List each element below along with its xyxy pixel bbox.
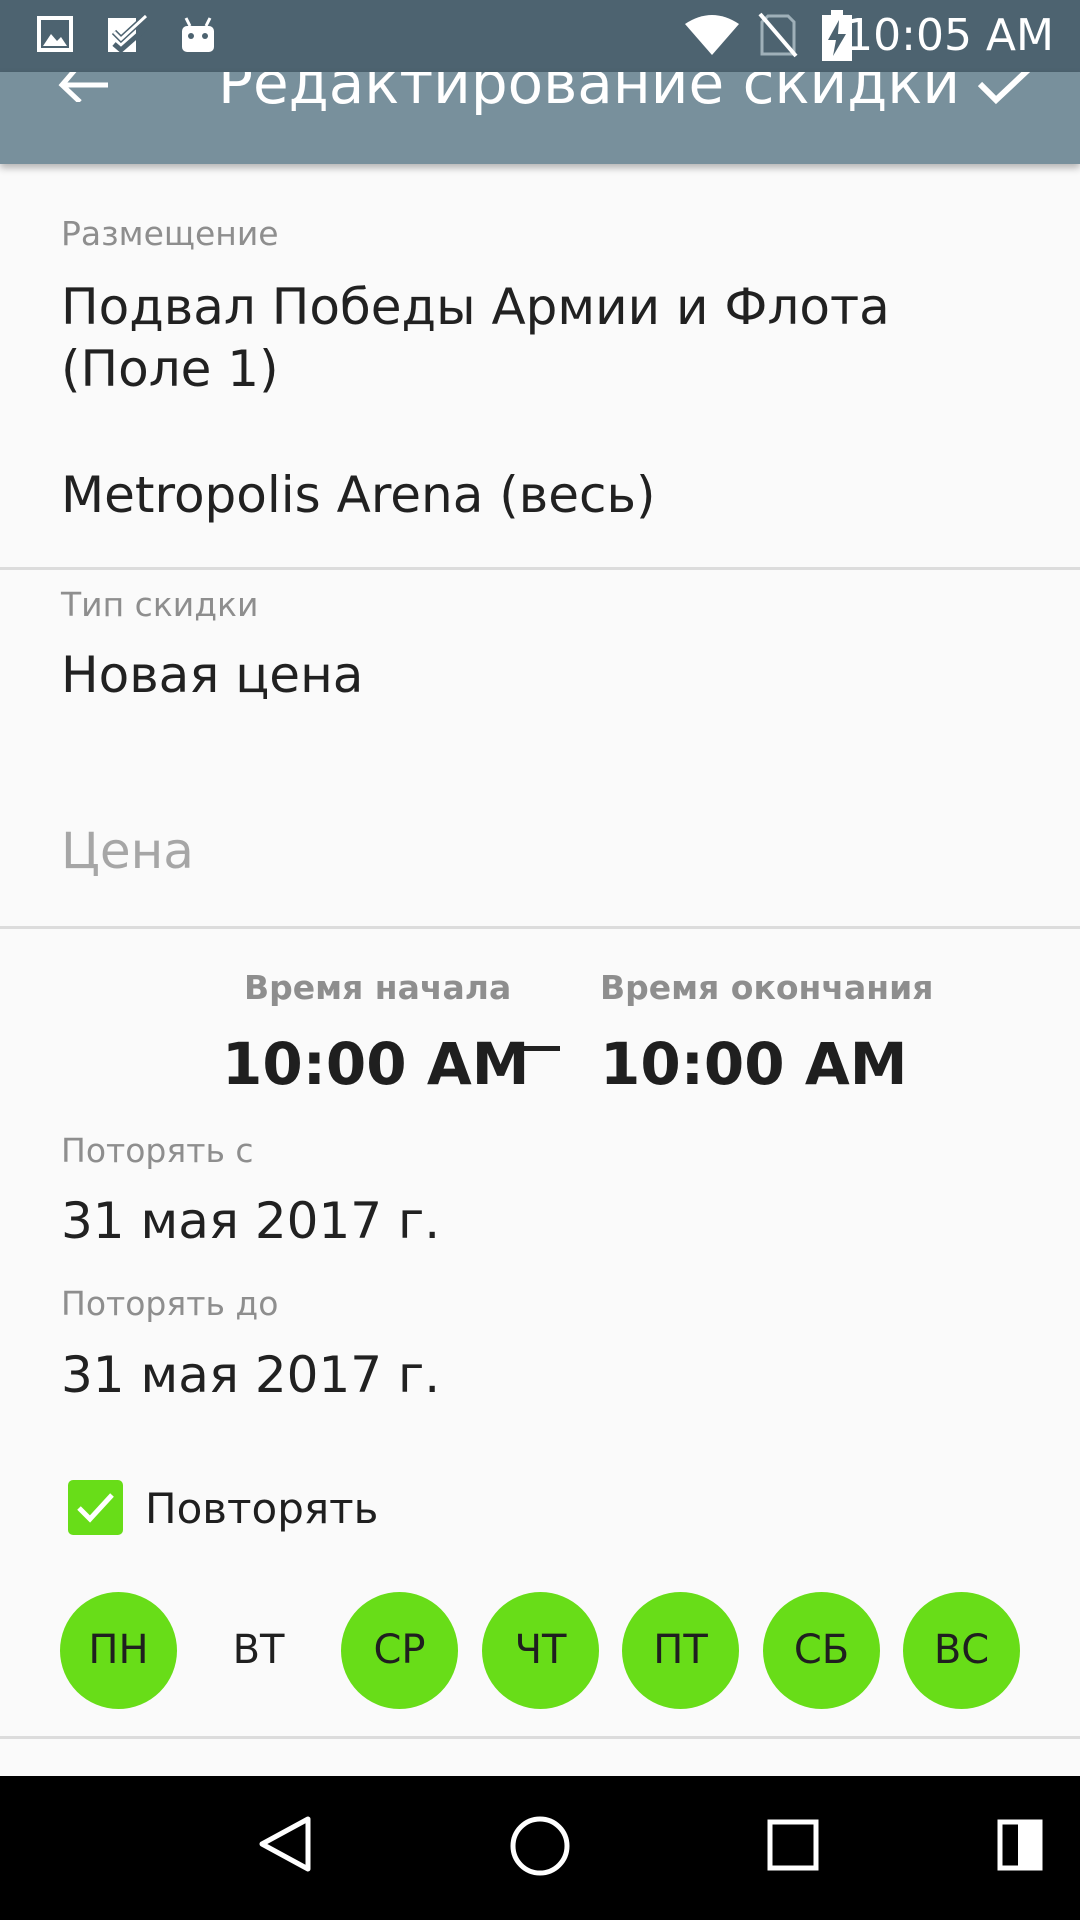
price-input[interactable]: Цена bbox=[61, 822, 194, 880]
weekday-fri[interactable]: ПТ bbox=[622, 1592, 739, 1709]
repeat-checkbox[interactable] bbox=[68, 1480, 123, 1535]
end-time-value[interactable]: 10:00 AM bbox=[600, 1030, 907, 1098]
weekday-sat[interactable]: СБ bbox=[763, 1592, 880, 1709]
weekday-sun[interactable]: ВС bbox=[903, 1592, 1020, 1709]
divider bbox=[0, 567, 1080, 570]
placement-option-1-line-2[interactable]: (Поле 1) bbox=[61, 340, 279, 398]
end-time-label: Время окончания bbox=[600, 968, 934, 1007]
home-circle-icon[interactable] bbox=[508, 1814, 572, 1878]
start-time-label: Время начала bbox=[244, 968, 512, 1007]
toolbar: Редактирование скидки bbox=[0, 72, 1080, 164]
divider bbox=[0, 1736, 1080, 1739]
repeat-label: Повторять bbox=[145, 1484, 379, 1533]
arrow-back-icon[interactable] bbox=[58, 72, 118, 102]
placement-label: Размещение bbox=[61, 214, 279, 253]
repeat-until-value[interactable]: 31 мая 2017 г. bbox=[61, 1346, 440, 1404]
recents-square-icon[interactable] bbox=[766, 1818, 822, 1874]
status-bar: 10:05 AM bbox=[0, 0, 1080, 72]
discount-type-label: Тип скидки bbox=[61, 585, 259, 624]
weekday-mon[interactable]: ПН bbox=[60, 1592, 177, 1709]
navigation-bar bbox=[0, 1776, 1080, 1920]
placement-option-2[interactable]: Metropolis Arena (весь) bbox=[61, 466, 655, 524]
weekday-tue[interactable]: ВТ bbox=[200, 1592, 317, 1709]
time-dash bbox=[520, 1046, 560, 1051]
start-time-value[interactable]: 10:00 AM bbox=[222, 1030, 529, 1098]
divider bbox=[0, 926, 1080, 929]
repeat-from-label: Поторять с bbox=[61, 1131, 254, 1170]
repeat-from-value[interactable]: 31 мая 2017 г. bbox=[61, 1192, 440, 1250]
back-triangle-icon[interactable] bbox=[256, 1814, 314, 1874]
status-time: 10:05 AM bbox=[845, 10, 1054, 61]
discount-type-select[interactable]: Новая цена bbox=[61, 646, 363, 704]
repeat-until-label: Поторять до bbox=[61, 1284, 279, 1323]
no-sim-icon bbox=[758, 12, 798, 58]
image-icon bbox=[37, 16, 73, 52]
split-screen-icon[interactable] bbox=[996, 1818, 1044, 1872]
placement-option-1[interactable]: Подвал Победы Армии и Флота bbox=[61, 278, 890, 336]
wifi-icon bbox=[685, 15, 739, 55]
screen: 10:05 AM Редактирование скидки Размещени… bbox=[0, 0, 1080, 1920]
android-icon bbox=[182, 17, 214, 52]
weekday-thu[interactable]: ЧТ bbox=[482, 1592, 599, 1709]
checkmark-icon bbox=[77, 1493, 114, 1523]
checklist-icon bbox=[108, 14, 149, 54]
weekday-wed[interactable]: СР bbox=[341, 1592, 458, 1709]
toolbar-title: Редактирование скидки bbox=[218, 72, 961, 117]
check-icon[interactable] bbox=[976, 72, 1034, 106]
